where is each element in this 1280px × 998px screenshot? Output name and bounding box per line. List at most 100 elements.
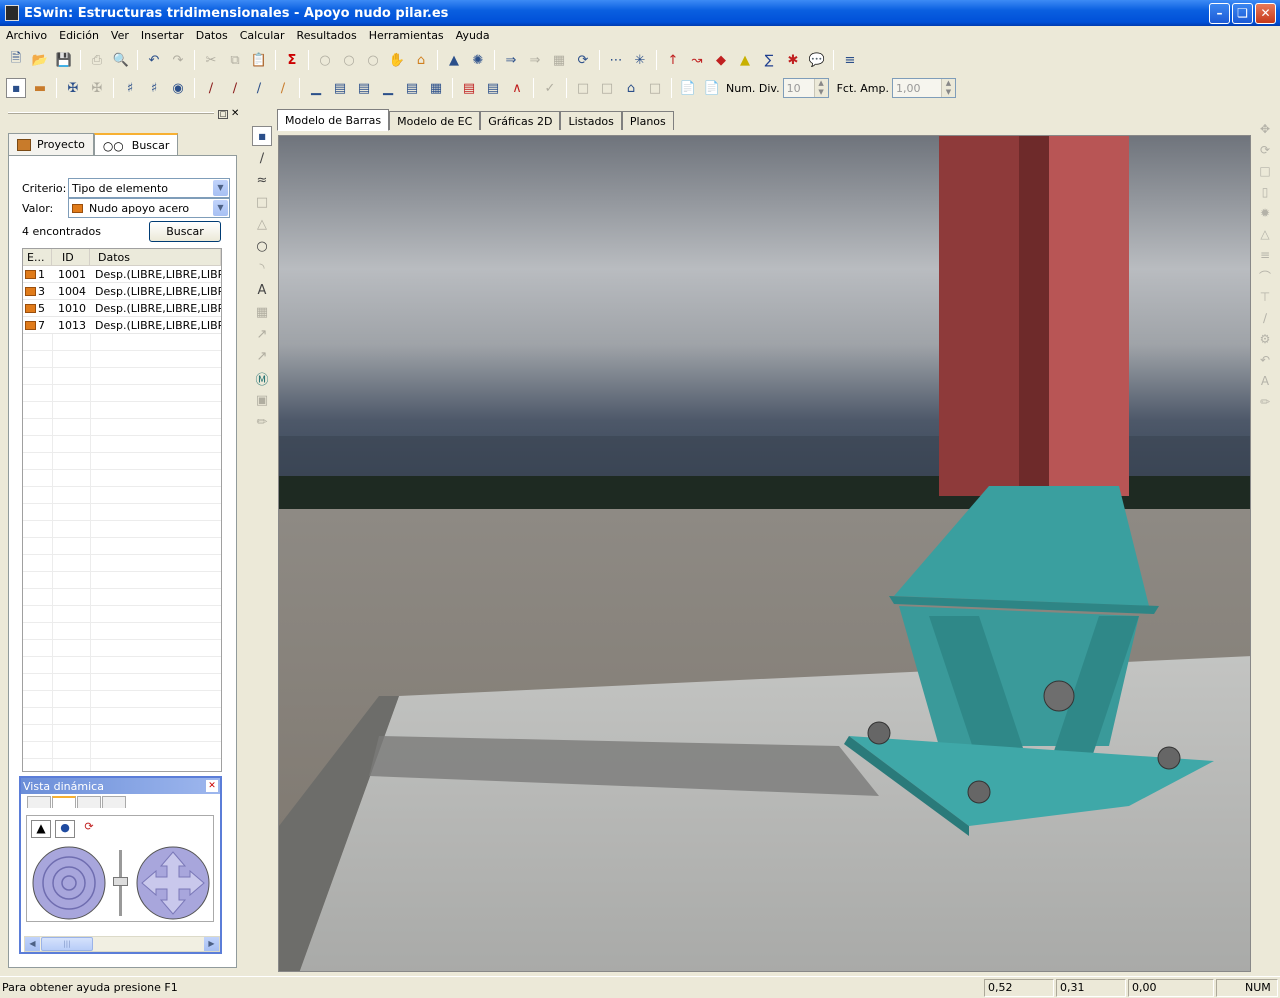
support-icon[interactable]: ♯ [120,78,140,98]
text-style-icon[interactable]: A [1255,371,1275,391]
zoom-icon[interactable]: ○ [315,50,335,70]
tab-buscar[interactable]: ○○ Buscar [93,133,179,156]
table-row[interactable]: 1 1001 Desp.(LIBRE,LIBRE,LIBRE [23,266,221,283]
menu-edicion[interactable]: Edición [53,29,105,42]
col-datos-header[interactable]: Datos [90,249,221,265]
support2-icon[interactable]: ♯ [144,78,164,98]
parallel-icon[interactable]: ≡ [1255,245,1275,265]
line-icon[interactable]: ∕ [252,148,272,168]
menu-ayuda[interactable]: Ayuda [450,29,496,42]
load-area-icon[interactable]: ▤ [354,78,374,98]
box2-icon[interactable]: □ [597,78,617,98]
menu-calcular[interactable]: Calcular [234,29,291,42]
close-button[interactable]: ✕ [1255,2,1276,24]
menu-insertar[interactable]: Insertar [135,29,190,42]
scroll-left-icon[interactable]: ◀ [25,937,40,951]
dots-grid-icon[interactable]: ⋯ [606,50,626,70]
house-icon[interactable]: ⌂ [621,78,641,98]
cut-icon[interactable]: ✂ [201,50,221,70]
tab-view-1[interactable] [27,796,51,808]
zoom-in-icon[interactable]: ○ [339,50,359,70]
report-icon[interactable]: 📄 [678,78,698,98]
select-icon[interactable]: ■ [252,126,272,146]
tab-graficas-2d[interactable]: Gráficas 2D [480,111,561,130]
section-icon[interactable]: ∑ [759,50,779,70]
load-line-icon[interactable]: ▁ [378,78,398,98]
refresh-icon[interactable]: ⟳ [573,50,593,70]
symbol-icon[interactable]: Ⓜ [252,368,272,388]
snap-icon[interactable]: ✳ [630,50,650,70]
rectangle-icon[interactable]: □ [252,192,272,212]
save-icon[interactable]: 💾 [54,50,74,70]
hatch-icon[interactable]: ▦ [252,302,272,322]
undo-icon[interactable]: ↶ [144,50,164,70]
pencil-icon[interactable]: ✏ [252,412,272,432]
bar-icon[interactable]: ∕ [201,78,221,98]
spinner-arrows-icon[interactable]: ▲ ▼ [941,79,955,97]
cross-check-icon[interactable]: ✱ [783,50,803,70]
num-div-spinner[interactable]: 10 ▲ ▼ [782,78,829,98]
open-folder-icon[interactable]: 📂 [30,50,50,70]
triangle-icon[interactable]: △ [252,214,272,234]
comment-icon[interactable]: 💬 [807,50,827,70]
select-icon[interactable]: ■ [6,78,26,98]
dimension2-icon[interactable]: ↗ [252,346,272,366]
undo-erase-icon[interactable]: ↶ [1255,350,1275,370]
zoom-slider-thumb[interactable] [113,877,128,886]
skew-icon[interactable]: ▯ [1255,182,1275,202]
menu-datos[interactable]: Datos [190,29,234,42]
rotate-icon[interactable]: ⟳ [1255,140,1275,160]
home-view-icon[interactable]: ⌂ [411,50,431,70]
panel-restore-icon[interactable]: □ [218,110,228,119]
tab-proyecto[interactable]: Proyecto [8,133,94,155]
circle-icon[interactable]: ○ [252,236,272,256]
search-button[interactable]: Buscar [149,221,221,242]
tab-modelo-ec[interactable]: Modelo de EC [389,111,481,130]
bar4-icon[interactable]: ∕ [273,78,293,98]
redo-icon[interactable]: ↷ [168,50,188,70]
orbit-wheel[interactable] [31,846,107,920]
color-icon[interactable]: ▲ [735,50,755,70]
bar2-icon[interactable]: ∕ [225,78,245,98]
load-point-icon[interactable]: ▁ [306,78,326,98]
fillet-icon[interactable]: ⌒ [1255,266,1275,286]
brush-icon[interactable]: ✏ [1255,392,1275,412]
load-trap-icon[interactable]: ▤ [402,78,422,98]
move-icon[interactable]: ✥ [1255,119,1275,139]
text-icon[interactable]: A [252,280,272,300]
settings-icon[interactable]: ⚙ [1255,329,1275,349]
spring-icon[interactable]: ◉ [168,78,188,98]
box1-icon[interactable]: □ [573,78,593,98]
menu-ver[interactable]: Ver [105,29,135,42]
chevron-down-icon[interactable]: ▼ [213,200,228,216]
layers-icon[interactable]: ≡ [840,50,860,70]
render-icon[interactable]: ✺ [468,50,488,70]
result1-icon[interactable]: ▤ [459,78,479,98]
spinner-arrows-icon[interactable]: ▲ ▼ [813,79,828,97]
tab-planos[interactable]: Planos [621,111,674,130]
copy-icon[interactable]: ⧉ [225,50,245,70]
load-mesh-icon[interactable]: ▦ [426,78,446,98]
menu-herramientas[interactable]: Herramientas [363,29,450,42]
pan-wheel[interactable] [135,846,211,920]
menu-archivo[interactable]: Archivo [0,29,53,42]
arrows-icon[interactable]: ⇒ [501,50,521,70]
tab-modelo-barras[interactable]: Modelo de Barras [277,109,390,131]
material-icon[interactable]: ◆ [711,50,731,70]
polyline-icon[interactable]: ≈ [252,170,272,190]
new-file-icon[interactable]: 🗎 [6,50,26,70]
model-view-icon[interactable]: ▲ [444,50,464,70]
scale-icon[interactable]: □ [1255,161,1275,181]
menu-resultados[interactable]: Resultados [291,29,363,42]
scroll-right-icon[interactable]: ▶ [204,937,219,951]
slab-icon[interactable]: ▬ [30,78,50,98]
explode-icon[interactable]: ✹ [1255,203,1275,223]
globe-icon[interactable]: ● [55,820,75,838]
tab-listados[interactable]: Listados [560,111,622,130]
scroll-thumb[interactable]: ||| [41,937,93,951]
load-dist-icon[interactable]: ▤ [330,78,350,98]
grid-dim-icon[interactable]: ▦ [549,50,569,70]
criterio-select[interactable]: Tipo de elemento ▼ [68,178,230,198]
table-row[interactable]: 7 1013 Desp.(LIBRE,LIBRE,LIBRE [23,317,221,334]
table-row[interactable]: 3 1004 Desp.(LIBRE,LIBRE,LIBRE [23,283,221,300]
